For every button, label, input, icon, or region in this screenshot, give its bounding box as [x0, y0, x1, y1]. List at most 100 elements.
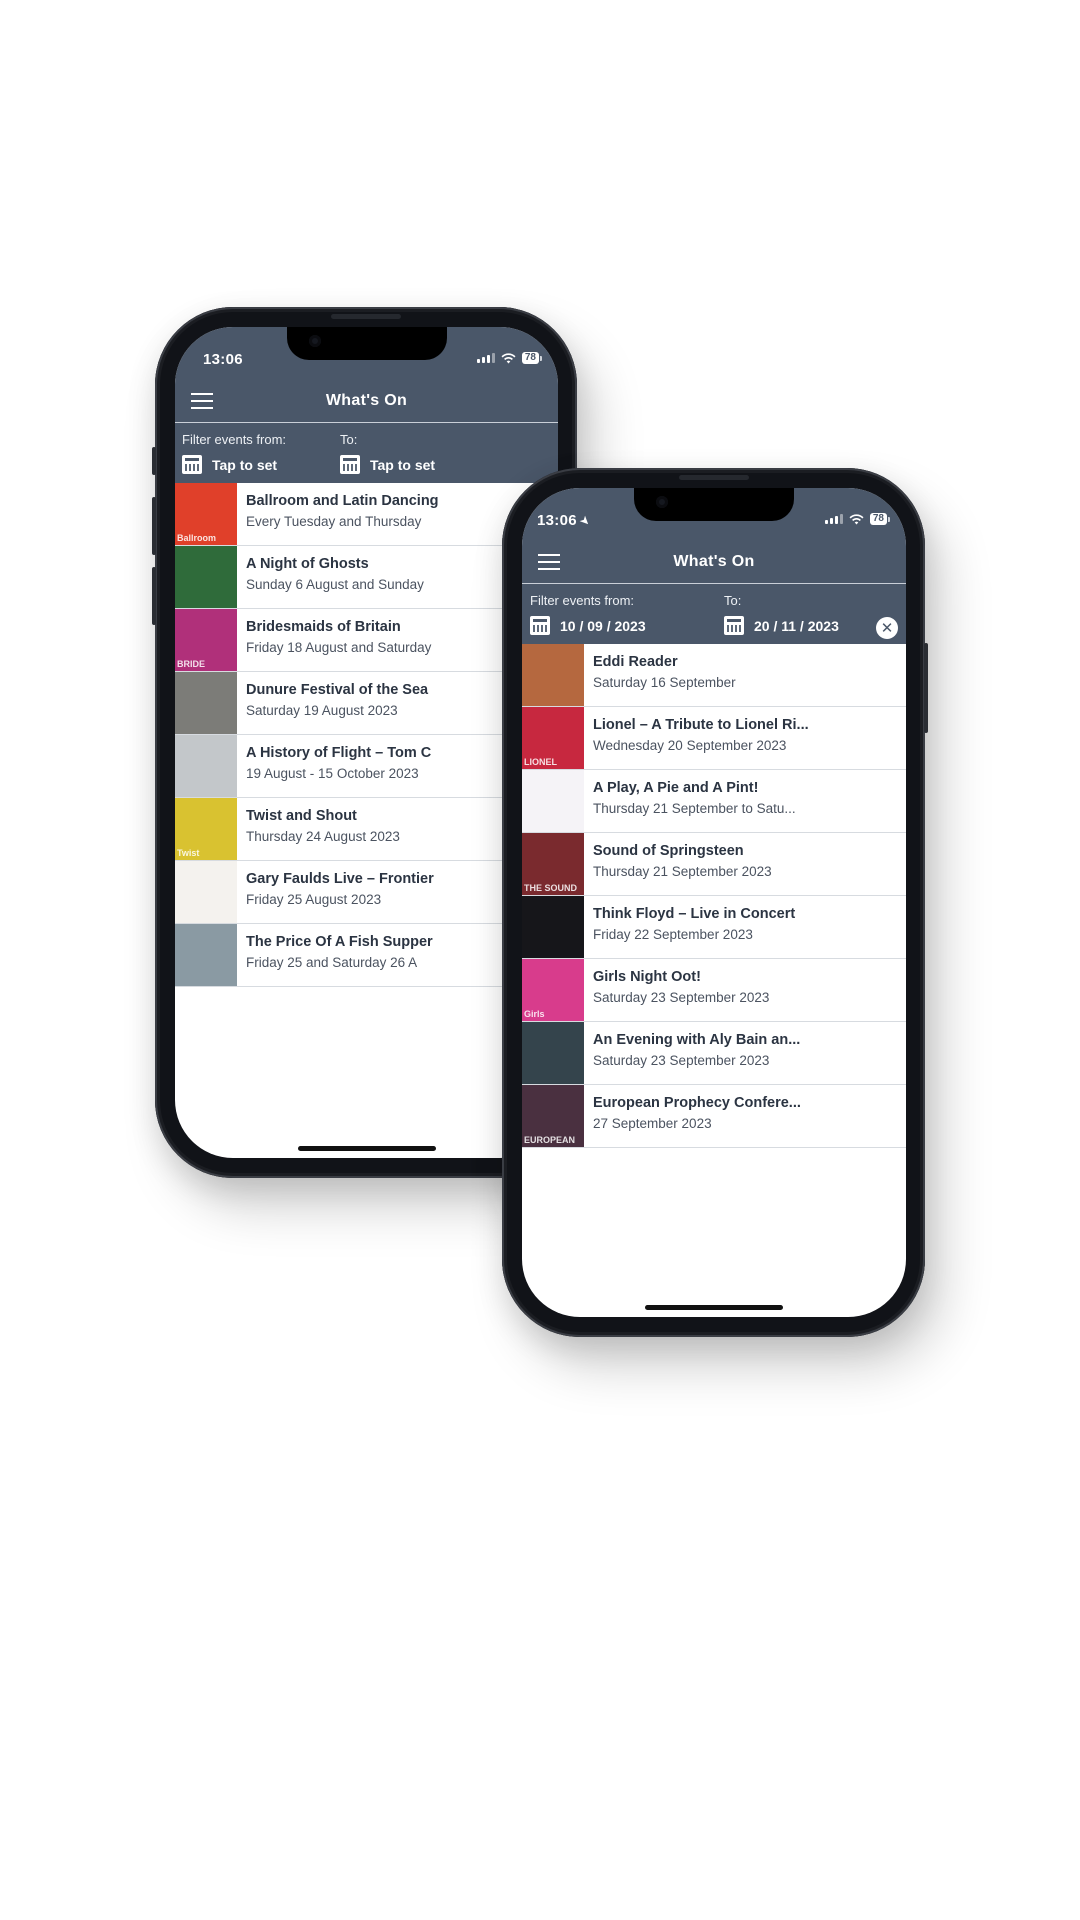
close-icon: ✕: [880, 620, 894, 637]
filter-to-value: Tap to set: [370, 456, 436, 473]
event-title: Lionel – A Tribute to Lionel Ri...: [593, 717, 809, 733]
screen-left: 13:06 78 What's On Filter events from: T…: [175, 327, 558, 1158]
event-thumbnail-caption: Ballroom: [177, 533, 217, 543]
event-title: Eddi Reader: [593, 654, 678, 670]
event-date: Thursday 21 September to Satu...: [593, 801, 796, 816]
location-arrow-icon: ➤: [576, 512, 594, 530]
status-icons: 78: [476, 352, 542, 364]
event-thumbnail: EUROPEAN: [522, 1085, 584, 1147]
event-text: Eddi Reader Saturday 16 September: [584, 644, 906, 706]
event-thumbnail: LIONEL: [522, 707, 584, 769]
filter-to-picker[interactable]: 20 / 11 / 2023: [724, 616, 839, 635]
event-list-item[interactable]: Girls Girls Night Oot! Saturday 23 Septemb…: [522, 959, 906, 1022]
event-list-item[interactable]: EUROPEAN European Prophecy Confere... 27 S…: [522, 1085, 906, 1148]
mute-switch: [152, 447, 156, 475]
event-list-item[interactable]: A Night of Ghosts Sunday 6 August and Sun…: [175, 546, 558, 609]
event-list-item[interactable]: An Evening with Aly Bain an... Saturday 2…: [522, 1022, 906, 1085]
hamburger-menu-icon[interactable]: [538, 554, 560, 570]
volume-up-button: [152, 497, 156, 555]
filter-to-label: To:: [340, 432, 358, 447]
event-thumbnail: [522, 1022, 584, 1084]
event-thumbnail: Ballroom: [175, 483, 237, 545]
filter-to-picker[interactable]: Tap to set: [340, 455, 435, 474]
event-title: Sound of Springsteen: [593, 843, 744, 859]
event-list-item[interactable]: THE SOUND Sound of Springsteen Thursday 21…: [522, 833, 906, 896]
event-text: A Play, A Pie and A Pint! Thursday 21 Sep…: [584, 770, 906, 832]
filter-to-value: 20 / 11 / 2023: [754, 617, 839, 634]
event-text: Lionel – A Tribute to Lionel Ri... Wednes…: [584, 707, 906, 769]
event-list-item[interactable]: LIONEL Lionel – A Tribute to Lionel Ri...…: [522, 707, 906, 770]
event-list-item[interactable]: Ballroom Ballroom and Latin Dancing Every …: [175, 483, 558, 546]
event-date: Saturday 23 September 2023: [593, 990, 770, 1005]
event-list: Eddi Reader Saturday 16 September LIONEL Li…: [522, 644, 906, 1148]
screen-right: 13:06➤ 78 What's On Filter events from: …: [522, 488, 906, 1317]
event-list-item[interactable]: BRIDE Bridesmaids of Britain Friday 18 Aug…: [175, 609, 558, 672]
clear-filter-button[interactable]: ✕: [876, 617, 898, 639]
event-list-item[interactable]: Eddi Reader Saturday 16 September: [522, 644, 906, 707]
volume-down-button: [152, 567, 156, 625]
filter-to-label: To:: [724, 593, 742, 608]
event-text: An Evening with Aly Bain an... Saturday 2…: [584, 1022, 906, 1084]
filter-from-picker[interactable]: 10 / 09 / 2023: [530, 616, 646, 635]
notch: [286, 327, 447, 360]
event-list-item[interactable]: A Play, A Pie and A Pint! Thursday 21 Sep…: [522, 770, 906, 833]
power-button: [924, 643, 928, 733]
event-thumbnail-caption: THE SOUND: [524, 883, 578, 893]
status-icons: 78: [824, 513, 890, 525]
event-thumbnail: [175, 861, 237, 923]
filter-from-picker[interactable]: Tap to set: [182, 455, 277, 474]
event-list-item[interactable]: Think Floyd – Live in Concert Friday 22 S…: [522, 896, 906, 959]
event-text: Think Floyd – Live in Concert Friday 22 S…: [584, 896, 906, 958]
event-date: Wednesday 20 September 2023: [593, 738, 787, 753]
event-thumbnail: [522, 770, 584, 832]
event-thumbnail: Twist: [175, 798, 237, 860]
home-indicator[interactable]: [297, 1146, 436, 1151]
event-thumbnail-caption: Girls: [524, 1009, 545, 1019]
event-date: Thursday 21 September 2023: [593, 864, 772, 879]
event-date: Friday 22 September 2023: [593, 927, 753, 942]
date-filter: Filter events from: To: Tap to set Tap t…: [175, 423, 558, 483]
event-text: European Prophecy Confere... 27 September…: [584, 1085, 906, 1147]
event-list-item[interactable]: A History of Flight – Tom C 19 August - 1…: [175, 735, 558, 798]
date-filter: Filter events from: To: 10 / 09 / 2023 2…: [522, 584, 906, 644]
battery-level: 78: [869, 513, 887, 525]
event-thumbnail: [175, 735, 237, 797]
event-text: Girls Night Oot! Saturday 23 September 20…: [584, 959, 906, 1021]
event-title: Girls Night Oot!: [593, 969, 701, 985]
event-list-item[interactable]: Gary Faulds Live – Frontier Friday 25 Aug…: [175, 861, 558, 924]
event-list-item[interactable]: Twist Twist and Shout Thursday 24 August 2…: [175, 798, 558, 861]
event-text: Sound of Springsteen Thursday 21 Septembe…: [584, 833, 906, 895]
hamburger-menu-icon[interactable]: [191, 393, 213, 409]
event-date: 27 September 2023: [593, 1116, 712, 1131]
front-camera: [656, 496, 668, 508]
event-thumbnail: Girls: [522, 959, 584, 1021]
event-list-item[interactable]: Dunure Festival of the Sea Saturday 19 A…: [175, 672, 558, 735]
cellular-signal-icon: [824, 514, 843, 524]
filter-from-label: Filter events from:: [182, 432, 287, 447]
calendar-icon: [340, 455, 360, 474]
page-title: What's On: [673, 552, 755, 570]
event-thumbnail: THE SOUND: [522, 833, 584, 895]
event-thumbnail-caption: Twist: [177, 848, 200, 858]
calendar-icon: [530, 616, 550, 635]
event-thumbnail: [175, 546, 237, 608]
battery-icon: 78: [521, 352, 542, 364]
nav-bar: What's On: [522, 540, 906, 584]
filter-from-value: Tap to set: [212, 456, 278, 473]
event-thumbnail: BRIDE: [175, 609, 237, 671]
filter-from-value: 10 / 09 / 2023: [560, 617, 646, 634]
calendar-icon: [182, 455, 202, 474]
earpiece-speaker: [331, 314, 401, 319]
cellular-signal-icon: [476, 353, 495, 363]
status-time-text: 13:06: [537, 512, 577, 529]
event-thumbnail: [175, 672, 237, 734]
home-indicator[interactable]: [645, 1305, 783, 1310]
event-thumbnail: [522, 644, 584, 706]
event-list-item[interactable]: The Price Of A Fish Supper Friday 25 and …: [175, 924, 558, 987]
earpiece-speaker: [678, 475, 749, 480]
event-title: Think Floyd – Live in Concert: [593, 906, 796, 922]
event-title: European Prophecy Confere...: [593, 1095, 801, 1111]
wifi-icon: [501, 352, 516, 364]
front-camera: [308, 335, 321, 347]
event-thumbnail-caption: BRIDE: [177, 659, 206, 669]
